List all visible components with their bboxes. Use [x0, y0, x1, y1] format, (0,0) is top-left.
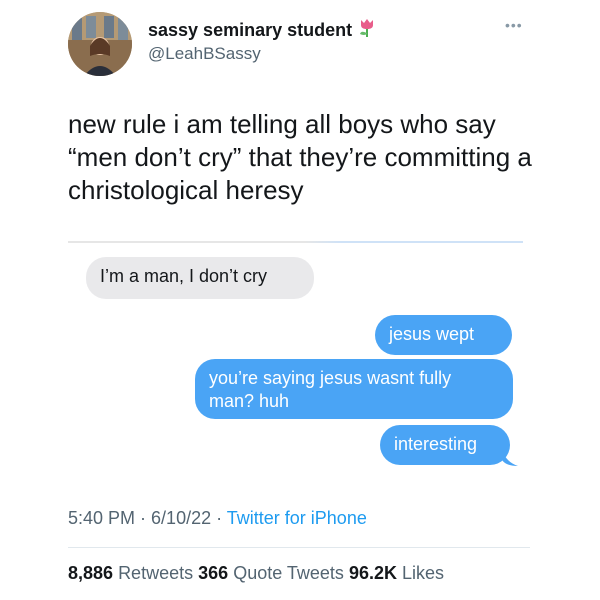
tweet-text: new rule i am telling all boys who say “…	[68, 109, 532, 205]
tweet-source-link[interactable]: Twitter for iPhone	[227, 508, 367, 528]
message-bubble-sent: jesus wept	[375, 315, 512, 355]
quote-tweets-stat[interactable]: 366 Quote Tweets	[198, 563, 344, 583]
tulip-emoji-icon	[358, 18, 376, 43]
meta-separator: ·	[135, 508, 152, 528]
likes-count: 96.2K	[348, 563, 397, 583]
likes-label: Likes	[402, 563, 445, 583]
screenshot-divider	[68, 241, 523, 243]
retweets-label: Retweets	[118, 563, 194, 583]
tweet-date[interactable]: 6/10/22	[151, 508, 211, 528]
avatar[interactable]	[68, 12, 132, 76]
divider	[68, 547, 530, 548]
tweet-stats: 8,886 Retweets 366 Quote Tweets 96.2K Li…	[68, 563, 444, 584]
tweet-metadata: 5:40 PM · 6/10/22 · Twitter for iPhone	[68, 508, 367, 529]
retweets-count: 8,886	[68, 563, 114, 583]
retweets-stat[interactable]: 8,886 Retweets	[68, 563, 193, 583]
more-icon[interactable]: •••	[505, 18, 523, 32]
tweet-time: 5:40 PM	[68, 508, 136, 528]
quote-tweets-count: 366	[198, 563, 229, 583]
author-display-name[interactable]: sassy seminary student	[148, 18, 376, 43]
message-bubble-sent: interesting	[380, 425, 510, 465]
meta-separator: ·	[211, 508, 227, 528]
message-bubble-sent: you’re saying jesus wasnt fully man? huh	[195, 359, 513, 419]
message-bubble-received: I’m a man, I don’t cry	[86, 257, 314, 299]
bubble-tail-icon	[502, 450, 518, 466]
author-handle[interactable]: @LeahBSassy	[148, 44, 261, 64]
likes-stat[interactable]: 96.2K Likes	[349, 563, 444, 583]
quote-tweets-label: Quote Tweets	[233, 563, 344, 583]
author-name-text: sassy seminary student	[148, 20, 353, 40]
